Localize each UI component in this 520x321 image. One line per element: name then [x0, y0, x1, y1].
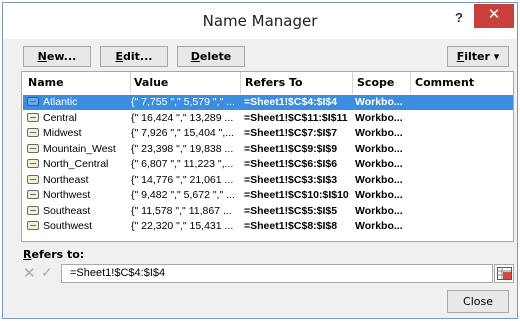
scope-cell: Workbo...	[355, 220, 403, 232]
refers-to-cell: =Sheet1!$C$6:$I$6	[244, 158, 338, 170]
filter-label-rest: ilter ▾	[464, 50, 500, 63]
collapse-dialog-button[interactable]	[494, 264, 514, 283]
scope-cell: Workbo...	[355, 204, 403, 217]
table-row[interactable]: Southeast {" 11,578 "," 11,867 ... =Sheet1…	[23, 204, 513, 219]
defined-name-icon	[27, 221, 39, 230]
scope-cell: Workbo...	[355, 173, 403, 186]
name-text: Northeast	[43, 173, 89, 186]
table-row[interactable]: Northwest {" 9,482 "," 5,672 "," ... =Shee…	[23, 188, 513, 203]
refers-to-cell: =Sheet1!$C$10:$I$10	[244, 189, 349, 201]
refers-to-cell: =Sheet1!$C$9:$I$9	[244, 142, 338, 155]
name-cell: Midwest	[27, 127, 131, 139]
column-header-refers-to[interactable]: Refers To	[245, 76, 303, 89]
name-text: Midwest	[43, 127, 82, 139]
value-cell: {" 7,926 "," 15,404 ",...	[131, 127, 235, 139]
name-cell: Northwest	[27, 189, 131, 201]
defined-name-icon	[27, 97, 39, 106]
scope-cell: Workbo...	[355, 189, 403, 201]
column-header-value[interactable]: Value	[134, 76, 168, 89]
delete-button[interactable]: Delete	[177, 46, 245, 67]
name-text: Atlantic	[43, 96, 78, 108]
refers-to-cell: =Sheet1!$C$11:$I$11	[244, 111, 348, 124]
scope-cell: Workbo...	[355, 127, 403, 139]
delete-hotkey: D	[190, 50, 200, 63]
edit-button[interactable]: Edit...	[100, 46, 168, 67]
table-row[interactable]: Atlantic {" 7,755 "," 5,579 "," ... =Sheet…	[23, 95, 513, 110]
defined-name-icon	[27, 143, 39, 153]
refers-to-label: Refers to:	[23, 248, 84, 261]
defined-name-icon	[27, 205, 39, 215]
name-manager-dialog: Name Manager ? ✕ New... Edit... Delete F…	[2, 2, 518, 319]
cancel-edit-icon[interactable]: ✕	[23, 264, 38, 282]
delete-label-rest: elete	[199, 50, 232, 63]
refers-to-cell: =Sheet1!$C$4:$I$4	[244, 96, 338, 108]
value-cell: {" 7,755 "," 5,579 "," ...	[131, 96, 235, 108]
defined-name-icon	[27, 112, 39, 122]
column-header-scope[interactable]: Scope	[357, 76, 394, 89]
name-cell: Atlantic	[27, 96, 131, 108]
filter-button[interactable]: Filter ▾	[447, 46, 509, 67]
refers-to-cell: =Sheet1!$C$8:$I$8	[244, 220, 338, 232]
close-button[interactable]: Close	[447, 290, 509, 313]
name-cell: North_Central	[27, 158, 131, 170]
value-cell: {" 11,578 "," 11,867 ...	[131, 204, 232, 217]
scope-cell: Workbo...	[355, 142, 403, 155]
edit-hotkey: E	[115, 50, 124, 63]
name-text: Southeast	[43, 204, 91, 217]
refers-to-input[interactable]: =Sheet1!$C$4:$I$4	[61, 264, 493, 283]
name-cell: Central	[27, 112, 131, 124]
table-row[interactable]: Central {" 16,424 "," 13,289 ... =Sheet1!$…	[23, 111, 513, 126]
name-cell: Northeast	[27, 174, 131, 186]
name-text: Northwest	[43, 189, 91, 201]
table-row[interactable]: Mountain_West {" 23,398 "," 19,838 ... =Sh…	[23, 142, 513, 157]
scope-cell: Workbo...	[355, 111, 403, 124]
value-cell: {" 6,807 "," 11,223 ",...	[131, 158, 234, 170]
new-label-rest: ew...	[46, 50, 77, 63]
refers-to-cell: =Sheet1!$C$3:$I$3	[244, 173, 338, 186]
names-list[interactable]: Name Value Refers To Scope Comment Atlan…	[21, 71, 514, 242]
table-row[interactable]: Midwest {" 7,926 "," 15,404 ",... =Sheet1!…	[23, 126, 513, 141]
edit-label-rest: dit...	[123, 50, 153, 63]
name-text: North_Central	[43, 158, 109, 170]
confirm-edit-icon[interactable]: ✓	[41, 264, 56, 282]
name-text: Southwest	[43, 220, 93, 232]
refers-to-cell: =Sheet1!$C$5:$I$5	[244, 204, 338, 217]
defined-name-icon	[27, 159, 39, 168]
refers-label-rest: efers to:	[31, 248, 85, 261]
name-text: Mountain_West	[43, 142, 116, 155]
dialog-title: Name Manager	[202, 12, 318, 30]
column-header-comment[interactable]: Comment	[415, 76, 474, 89]
table-row[interactable]: Southwest {" 22,320 "," 15,431 ... =Sheet1…	[23, 219, 513, 234]
new-button[interactable]: New...	[23, 46, 91, 67]
close-window-button[interactable]: ✕	[474, 4, 514, 28]
help-icon[interactable]: ?	[449, 9, 469, 29]
list-header: Name Value Refers To Scope Comment	[22, 72, 513, 94]
range-select-icon	[497, 267, 512, 280]
table-row[interactable]: Northeast {" 14,776 "," 21,061 ... =Sheet1…	[23, 173, 513, 188]
defined-name-icon	[27, 128, 39, 137]
value-cell: {" 22,320 "," 15,431 ...	[131, 220, 234, 232]
table-row[interactable]: North_Central {" 6,807 "," 11,223 ",... =S…	[23, 157, 513, 172]
name-text: Central	[43, 111, 77, 124]
value-cell: {" 9,482 "," 5,672 "," ...	[131, 189, 235, 201]
name-cell: Southeast	[27, 205, 131, 217]
value-cell: {" 23,398 "," 19,838 ...	[131, 142, 234, 155]
column-header-name[interactable]: Name	[28, 76, 64, 89]
value-cell: {" 14,776 "," 21,061 ...	[131, 173, 234, 186]
title-bar: Name Manager ? ✕	[3, 3, 517, 39]
name-cell: Southwest	[27, 220, 131, 232]
refers-to-cell: =Sheet1!$C$7:$I$7	[244, 127, 338, 139]
scope-cell: Workbo...	[355, 158, 403, 170]
value-cell: {" 16,424 "," 13,289 ...	[131, 111, 234, 124]
defined-name-icon	[27, 190, 39, 199]
new-hotkey: N	[37, 50, 47, 63]
defined-name-icon	[27, 174, 39, 184]
name-cell: Mountain_West	[27, 143, 131, 155]
scope-cell: Workbo...	[355, 96, 403, 108]
